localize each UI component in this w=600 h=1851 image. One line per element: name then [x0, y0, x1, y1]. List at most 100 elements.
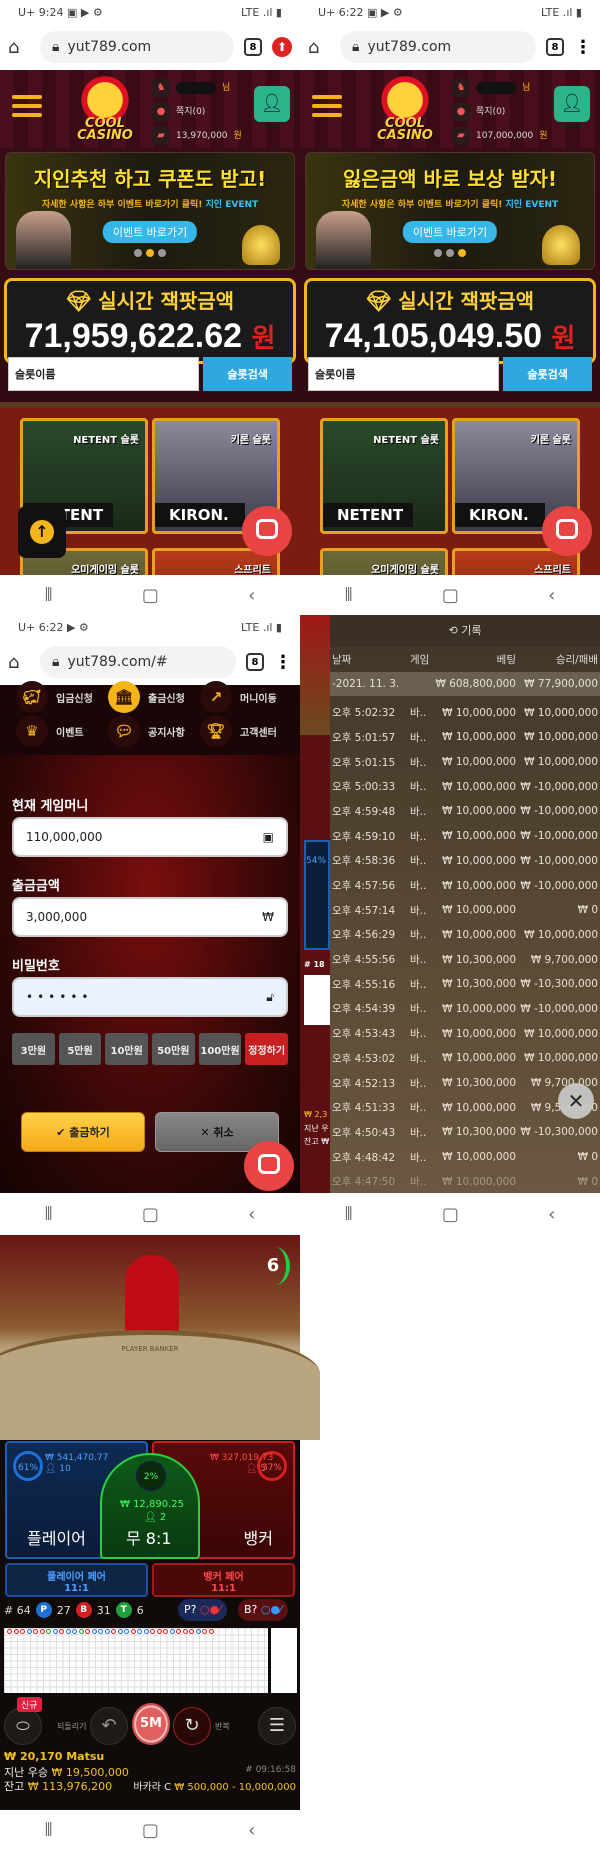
reset-button[interactable]: 정정하기 — [245, 1033, 289, 1065]
more-menu-icon[interactable]: ⋮ — [574, 37, 592, 58]
history-row[interactable]: 오후 5:02:32 바.. ₩ 10,000,000 ₩ 10,000,000 — [330, 700, 600, 725]
slot-name-input[interactable]: 슬롯이름 — [8, 357, 200, 391]
history-row[interactable]: 오후 4:50:43 바.. ₩ 10,300,000 ₩ -10,300,000 — [330, 1120, 600, 1145]
carousel-dot[interactable] — [458, 249, 466, 257]
home-icon[interactable]: ⌂ — [8, 37, 30, 58]
quick-50k-button[interactable]: 5만원 — [58, 1033, 102, 1065]
address-bar[interactable]: 🔒︎ yut789.com — [40, 31, 234, 63]
history-row[interactable]: 오후 4:59:10 바.. ₩ 10,000,000 ₩ -10,000,000 — [330, 824, 600, 849]
messages-link[interactable]: ● 쪽지(0) — [452, 100, 548, 124]
history-day-total[interactable]: -2021. 11. 3. ₩ 608,800,000 ₩ 77,900,000 — [330, 671, 600, 697]
back-icon[interactable]: ‹ — [548, 1204, 555, 1225]
home-button-icon[interactable]: ▢ — [442, 585, 459, 606]
repeat-button[interactable]: ↻ — [173, 1707, 211, 1745]
home-button-icon[interactable]: ▢ — [142, 1820, 159, 1841]
messages-link[interactable]: ● 쪽지(0) — [152, 100, 242, 124]
more-menu-icon[interactable]: ⋮ — [274, 652, 292, 673]
history-row[interactable]: 오후 4:55:16 바.. ₩ 10,300,000 ₩ -10,300,000 — [330, 972, 600, 997]
update-icon[interactable]: ⬆ — [272, 37, 292, 57]
home-button-icon[interactable]: ▢ — [142, 1204, 159, 1225]
chat-button[interactable] — [242, 506, 292, 556]
slot-name-input[interactable]: 슬롯이름 — [308, 357, 500, 391]
back-icon[interactable]: ‹ — [548, 585, 555, 606]
quick-1m-button[interactable]: 100만원 — [198, 1033, 242, 1065]
event-shortcut-button[interactable]: 이벤트 바로가기 — [102, 221, 198, 243]
menu-button[interactable]: ☰ — [258, 1707, 296, 1745]
history-row[interactable]: 오후 4:58:36 바.. ₩ 10,000,000 ₩ -10,000,000 — [330, 849, 600, 874]
history-row[interactable]: 오후 4:55:56 바.. ₩ 10,300,000 ₩ 9,700,000 — [330, 947, 600, 972]
history-row[interactable]: 오후 4:53:02 바.. ₩ 10,000,000 ₩ 10,000,000 — [330, 1046, 600, 1071]
history-row[interactable]: 오후 4:57:14 바.. ₩ 10,000,000 ₩ 0 — [330, 898, 600, 923]
quick-30k-button[interactable]: 3만원 — [12, 1033, 55, 1065]
slot-search-button[interactable]: 슬롯검색 — [203, 357, 292, 391]
carousel-dot[interactable] — [446, 249, 454, 257]
address-bar[interactable]: 🔒︎ yut789.com/# — [40, 646, 236, 678]
carousel-dot[interactable] — [146, 249, 154, 257]
carousel-dot[interactable] — [158, 249, 166, 257]
slot-tile[interactable]: NETENT 슬롯 NETENT — [320, 418, 448, 534]
ask-banker-button[interactable]: B? ○●⁄ — [238, 1599, 288, 1621]
menu-deposit[interactable]: 🐖︎ 입금신청 — [16, 681, 93, 713]
slot-search-button[interactable]: 슬롯검색 — [503, 357, 592, 391]
tab-count-button[interactable]: 8 — [246, 653, 264, 671]
recent-apps-icon[interactable]: ⦀ — [345, 585, 353, 606]
home-icon[interactable]: ⌂ — [308, 37, 330, 58]
cool-casino-logo[interactable]: COOL CASINO — [372, 74, 438, 148]
user-settings-button[interactable]: 👤︎ — [554, 86, 590, 122]
back-icon[interactable]: ‹ — [248, 1820, 255, 1841]
cool-casino-logo[interactable]: COOL CASINO — [72, 74, 138, 148]
chip-selector[interactable]: 5M — [132, 1703, 170, 1745]
history-row[interactable]: 오후 4:48:42 바.. ₩ 10,000,000 ₩ 0 — [330, 1145, 600, 1170]
menu-money-transfer[interactable]: ↗ 머니이동 — [200, 681, 277, 713]
menu-notice[interactable]: 💬︎ 공지사항 — [108, 715, 185, 747]
recent-apps-icon[interactable]: ⦀ — [45, 1820, 53, 1841]
tab-count-button[interactable]: 8 — [244, 38, 262, 56]
scroll-top-button[interactable]: ↑ — [18, 506, 66, 558]
recent-apps-icon[interactable]: ⦀ — [345, 1204, 353, 1225]
history-row[interactable]: 오후 4:47:50 바.. ₩ 10,000,000 ₩ 0 — [330, 1169, 600, 1193]
hamburger-menu-icon[interactable] — [312, 90, 342, 122]
player-pair-bet[interactable]: 플레이어 페어 11:1 — [5, 1563, 148, 1597]
tie-bet-spot[interactable]: 2% ₩ 12,890.25 👤︎ 2 무 8:1 — [100, 1453, 200, 1559]
home-button-icon[interactable]: ▢ — [142, 585, 159, 606]
hamburger-menu-icon[interactable] — [12, 90, 42, 122]
history-row[interactable]: 오후 4:53:43 바.. ₩ 10,000,000 ₩ 10,000,000 — [330, 1021, 600, 1046]
menu-support[interactable]: 🏆︎ 고객센터 — [200, 715, 277, 747]
chat-button[interactable] — [244, 1141, 294, 1191]
banker-pair-bet[interactable]: 뱅커 페어 11:1 — [152, 1563, 295, 1597]
event-shortcut-button[interactable]: 이벤트 바로가기 — [402, 221, 498, 243]
ask-player-button[interactable]: P? ○●⁄ — [178, 1599, 228, 1621]
undo-button[interactable]: ↶ — [90, 1707, 128, 1745]
menu-withdraw[interactable]: 🏛︎ 출금신청 — [108, 681, 185, 713]
password-input[interactable]: •••••• 🔓︎ — [12, 977, 288, 1017]
recent-apps-icon[interactable]: ⦀ — [45, 585, 53, 606]
table-lobby-button[interactable]: ⬭ — [4, 1707, 42, 1745]
back-icon[interactable]: ‹ — [248, 1204, 255, 1225]
recent-apps-icon[interactable]: ⦀ — [45, 1204, 53, 1225]
address-bar[interactable]: 🔒︎ yut789.com — [340, 31, 536, 63]
slot-tile-label: NETENT 슬롯 — [373, 435, 439, 446]
carousel-dot[interactable] — [134, 249, 142, 257]
user-settings-button[interactable]: 👤︎ — [254, 86, 290, 122]
back-icon[interactable]: ‹ — [248, 585, 255, 606]
home-icon[interactable]: ⌂ — [8, 652, 30, 673]
history-row[interactable]: 오후 4:57:56 바.. ₩ 10,000,000 ₩ -10,000,000 — [330, 873, 600, 898]
tab-count-button[interactable]: 8 — [546, 38, 564, 56]
withdraw-submit-button[interactable]: ✔ 출금하기 — [21, 1112, 145, 1152]
history-row[interactable]: 오후 5:00:33 바.. ₩ 10,000,000 ₩ -10,000,000 — [330, 774, 600, 799]
history-row[interactable]: 오후 4:59:48 바.. ₩ 10,000,000 ₩ -10,000,000 — [330, 799, 600, 824]
event-banner[interactable]: 잃은금액 바로 보상 받자! 자세한 사항은 하부 이벤트 바로가기 클릭! 지… — [305, 152, 595, 270]
home-button-icon[interactable]: ▢ — [442, 1204, 459, 1225]
chat-button[interactable] — [542, 506, 592, 556]
history-row[interactable]: 오후 4:54:39 바.. ₩ 10,000,000 ₩ -10,000,000 — [330, 997, 600, 1022]
carousel-dot[interactable] — [434, 249, 442, 257]
withdraw-amount-input[interactable]: 3,000,000 ₩ — [12, 897, 288, 937]
menu-event[interactable]: ♛ 이벤트 — [16, 715, 84, 747]
quick-500k-button[interactable]: 50만원 — [152, 1033, 195, 1065]
event-banner[interactable]: 지인추천 하고 쿠폰도 받고! 자세한 사항은 하부 이벤트 바로가기 클릭! … — [5, 152, 295, 270]
history-row[interactable]: 오후 5:01:57 바.. ₩ 10,000,000 ₩ 10,000,000 — [330, 725, 600, 750]
history-row[interactable]: 오후 5:01:15 바.. ₩ 10,000,000 ₩ 10,000,000 — [330, 750, 600, 775]
quick-100k-button[interactable]: 10만원 — [105, 1033, 149, 1065]
history-row[interactable]: 오후 4:56:29 바.. ₩ 10,000,000 ₩ 10,000,000 — [330, 923, 600, 948]
close-history-button[interactable]: ✕ — [558, 1083, 594, 1119]
